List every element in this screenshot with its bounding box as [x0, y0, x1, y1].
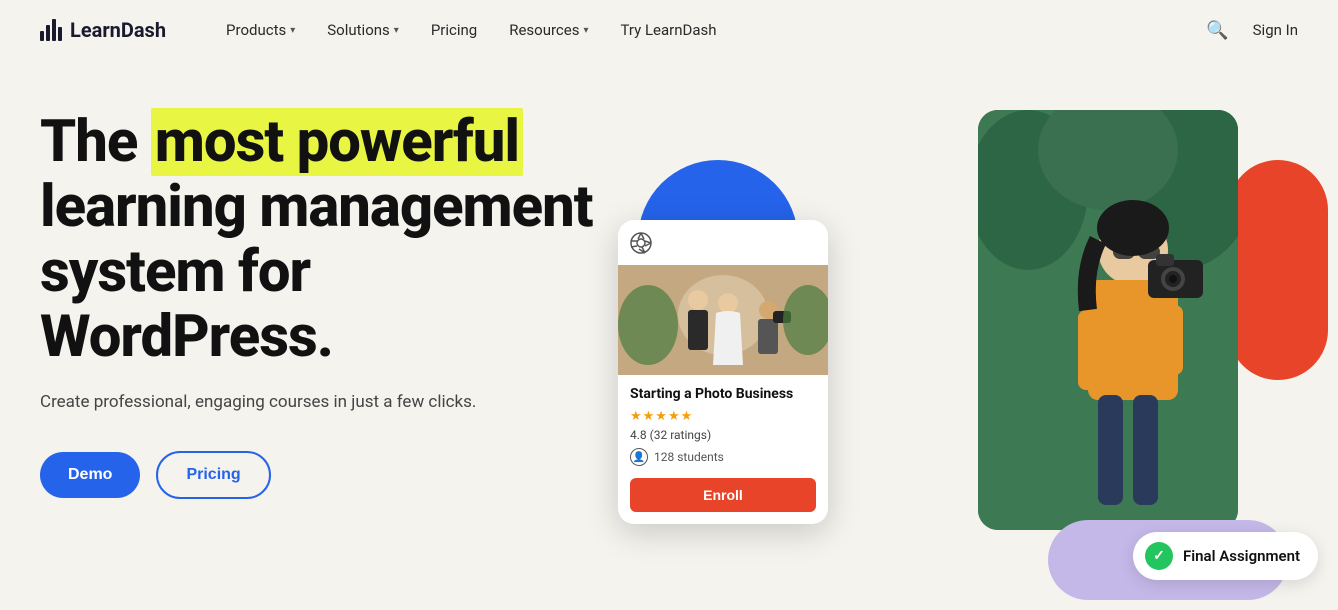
- chevron-down-icon: ▾: [583, 25, 588, 36]
- hero-right: Starting a Photo Business ★★★★★ 4.8 (32 …: [578, 60, 1338, 610]
- students-icon: 👤: [630, 448, 648, 466]
- card-course-image: [618, 265, 828, 375]
- hero-photo-inner: [978, 110, 1238, 530]
- final-assignment-badge: ✓ Final Assignment: [1133, 532, 1318, 580]
- enroll-button[interactable]: Enroll: [630, 478, 816, 512]
- hero-photo: [978, 110, 1238, 530]
- sign-in-link[interactable]: Sign In: [1253, 21, 1298, 39]
- hero-left: The most powerful learning management sy…: [40, 80, 600, 610]
- hero-subtitle: Create professional, engaging courses in…: [40, 390, 600, 416]
- pricing-button[interactable]: Pricing: [156, 451, 270, 499]
- logo[interactable]: LearnDash: [40, 18, 166, 42]
- demo-button[interactable]: Demo: [40, 452, 140, 498]
- card-rating: 4.8 (32 ratings): [618, 426, 828, 444]
- check-icon: ✓: [1145, 542, 1173, 570]
- nav-solutions[interactable]: Solutions ▾: [327, 21, 399, 39]
- card-image-illustration: [618, 265, 828, 375]
- card-students: 👤 128 students: [618, 444, 828, 470]
- nav-resources[interactable]: Resources ▾: [509, 21, 588, 39]
- red-blob-decoration: [1228, 160, 1328, 380]
- course-card: Starting a Photo Business ★★★★★ 4.8 (32 …: [618, 220, 828, 524]
- search-icon: 🔍: [1206, 20, 1228, 40]
- hero-buttons: Demo Pricing: [40, 451, 600, 499]
- hero-title: The most powerful learning management sy…: [40, 110, 600, 370]
- hero-section: The most powerful learning management sy…: [0, 60, 1338, 610]
- nav-pricing[interactable]: Pricing: [431, 21, 477, 39]
- nav-links: Products ▾ Solutions ▾ Pricing Resources…: [226, 21, 1202, 39]
- nav-actions: 🔍 Sign In: [1202, 16, 1298, 45]
- nav-products[interactable]: Products ▾: [226, 21, 295, 39]
- chevron-down-icon: ▾: [290, 25, 295, 36]
- card-stars: ★★★★★: [618, 407, 828, 426]
- logo-icon: [40, 19, 62, 41]
- camera-icon: [618, 220, 828, 265]
- navigation: LearnDash Products ▾ Solutions ▾ Pricing…: [0, 0, 1338, 60]
- card-course-title: Starting a Photo Business: [618, 375, 828, 407]
- logo-text: LearnDash: [70, 18, 166, 42]
- woman-camera-illustration: [978, 110, 1238, 530]
- chevron-down-icon: ▾: [394, 25, 399, 36]
- nav-try-learndash[interactable]: Try LearnDash: [621, 21, 717, 39]
- final-assignment-label: Final Assignment: [1183, 547, 1300, 565]
- hero-highlight: most powerful: [151, 108, 523, 176]
- search-button[interactable]: 🔍: [1202, 16, 1232, 45]
